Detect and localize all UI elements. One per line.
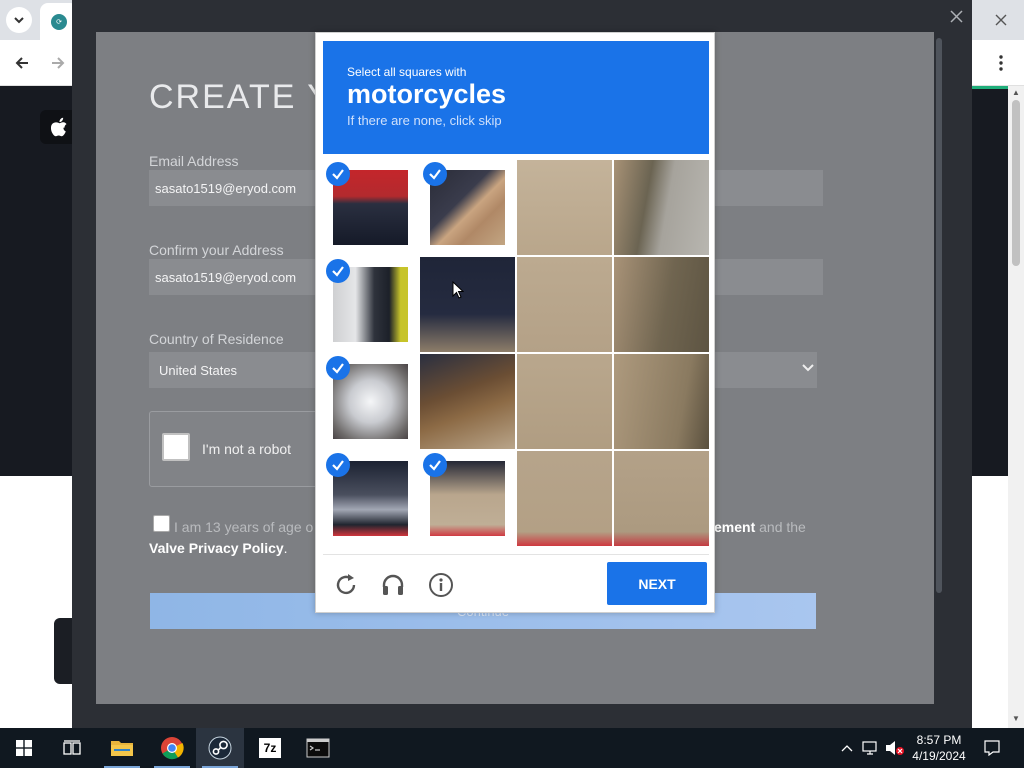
captcha-tile[interactable] bbox=[614, 257, 709, 352]
captcha-tile[interactable] bbox=[323, 451, 418, 546]
close-icon bbox=[949, 9, 963, 23]
scroll-down-arrow-icon[interactable]: ▼ bbox=[1012, 714, 1020, 723]
apple-icon bbox=[51, 117, 67, 137]
captcha-tile[interactable] bbox=[420, 354, 515, 449]
tray-overflow-button[interactable] bbox=[838, 728, 856, 768]
captcha-tile[interactable] bbox=[420, 160, 515, 255]
privacy-policy-line: Valve Privacy Policy. bbox=[149, 540, 288, 556]
arrow-left-icon bbox=[15, 57, 28, 69]
modal-close-button[interactable] bbox=[944, 4, 968, 28]
network-tray-button[interactable] bbox=[860, 728, 882, 768]
audio-icon[interactable] bbox=[378, 570, 408, 600]
reload-icon[interactable] bbox=[331, 570, 361, 600]
captcha-tile[interactable] bbox=[517, 257, 612, 352]
volume-tray-button[interactable] bbox=[884, 728, 906, 768]
windows-taskbar: 7z 8:57 PM 4/19/2024 bbox=[0, 728, 1024, 768]
clock-time: 8:57 PM bbox=[916, 733, 962, 747]
captcha-challenge: Select all squares with motorcycles If t… bbox=[315, 32, 715, 613]
page-scrollbar[interactable]: ▲ ▼ bbox=[1008, 86, 1024, 728]
captcha-tile[interactable] bbox=[323, 354, 418, 449]
7zip-icon: 7z bbox=[259, 738, 281, 758]
terminal-icon bbox=[306, 738, 330, 758]
chevron-down-icon bbox=[800, 360, 816, 376]
country-label: Country of Residence bbox=[149, 331, 284, 347]
privacy-policy-link[interactable]: Valve Privacy Policy bbox=[149, 540, 284, 556]
start-button[interactable] bbox=[0, 728, 48, 768]
subscriber-agreement-link[interactable]: ement bbox=[714, 519, 755, 535]
captcha-tile[interactable] bbox=[323, 160, 418, 255]
site-favicon: ⟳ bbox=[51, 13, 67, 30]
recaptcha-checkbox[interactable] bbox=[162, 433, 190, 461]
file-explorer-button[interactable] bbox=[98, 728, 146, 768]
checkmark-icon bbox=[423, 453, 447, 477]
checkmark-icon bbox=[326, 453, 350, 477]
privacy-suffix: . bbox=[283, 540, 288, 556]
close-icon bbox=[995, 14, 1007, 26]
chevron-up-icon bbox=[841, 745, 853, 752]
captcha-tile[interactable] bbox=[614, 160, 709, 255]
email-label: Email Address bbox=[149, 153, 239, 169]
captcha-tile[interactable] bbox=[420, 451, 515, 546]
captcha-tile[interactable] bbox=[517, 354, 612, 449]
network-icon bbox=[862, 741, 877, 755]
scrollbar-thumb[interactable] bbox=[1012, 100, 1020, 266]
chevron-down-icon bbox=[14, 17, 24, 24]
chrome-button[interactable] bbox=[148, 728, 196, 768]
scroll-up-arrow-icon[interactable]: ▲ bbox=[1012, 88, 1020, 97]
chrome-icon bbox=[161, 737, 184, 760]
captcha-instruction: Select all squares with bbox=[347, 65, 467, 79]
checkmark-icon bbox=[326, 259, 350, 283]
tab-search-button[interactable] bbox=[6, 7, 32, 33]
checkmark-icon bbox=[326, 356, 350, 380]
next-button[interactable]: NEXT bbox=[607, 562, 707, 605]
age-agreement-text-right: ement and the bbox=[714, 519, 806, 535]
captcha-tile[interactable] bbox=[323, 257, 418, 352]
steam-icon bbox=[208, 736, 232, 760]
start-icon bbox=[16, 740, 32, 756]
7zip-button[interactable]: 7z bbox=[246, 728, 294, 768]
clock-date: 4/19/2024 bbox=[912, 749, 966, 763]
captcha-grid bbox=[323, 160, 709, 548]
notifications-button[interactable] bbox=[980, 728, 1004, 768]
captcha-tile[interactable] bbox=[614, 451, 709, 546]
task-view-icon bbox=[63, 740, 81, 755]
arrow-right-icon bbox=[52, 57, 65, 69]
terminal-button[interactable] bbox=[294, 728, 342, 768]
confirm-email-label: Confirm your Address bbox=[149, 242, 284, 258]
browser-menu-button[interactable] bbox=[990, 52, 1012, 74]
system-clock[interactable]: 8:57 PM 4/19/2024 bbox=[906, 732, 972, 764]
info-icon[interactable] bbox=[426, 570, 456, 600]
forward-button[interactable] bbox=[47, 52, 69, 74]
volume-muted-icon bbox=[886, 741, 904, 755]
modal-scrollbar[interactable] bbox=[936, 38, 942, 593]
file-explorer-icon bbox=[111, 741, 133, 756]
age-agreement-suffix: and the bbox=[755, 519, 806, 535]
recaptcha-widget: I'm not a robot bbox=[149, 411, 319, 487]
age-checkbox[interactable] bbox=[153, 515, 170, 532]
captcha-footer-divider bbox=[323, 554, 709, 555]
steam-button[interactable] bbox=[196, 728, 244, 768]
captcha-header: Select all squares with motorcycles If t… bbox=[323, 41, 709, 154]
checkmark-icon bbox=[423, 162, 447, 186]
mouse-cursor-icon bbox=[452, 281, 464, 299]
age-agreement-text: I am 13 years of age o bbox=[174, 519, 314, 535]
captcha-tile[interactable] bbox=[517, 160, 612, 255]
captcha-target: motorcycles bbox=[347, 79, 507, 109]
back-button[interactable] bbox=[11, 52, 33, 74]
window-close-button[interactable] bbox=[990, 9, 1012, 31]
task-view-button[interactable] bbox=[48, 728, 96, 768]
kebab-menu-icon bbox=[999, 55, 1003, 71]
page-title: CREATE Y bbox=[149, 78, 332, 116]
notification-icon bbox=[984, 740, 1000, 756]
captcha-hint: If there are none, click skip bbox=[347, 113, 502, 128]
checkmark-icon bbox=[326, 162, 350, 186]
page-accent-line bbox=[972, 86, 1008, 89]
captcha-tile[interactable] bbox=[614, 354, 709, 449]
captcha-tile[interactable] bbox=[420, 257, 515, 352]
recaptcha-label: I'm not a robot bbox=[202, 441, 292, 457]
captcha-tile[interactable] bbox=[517, 451, 612, 546]
